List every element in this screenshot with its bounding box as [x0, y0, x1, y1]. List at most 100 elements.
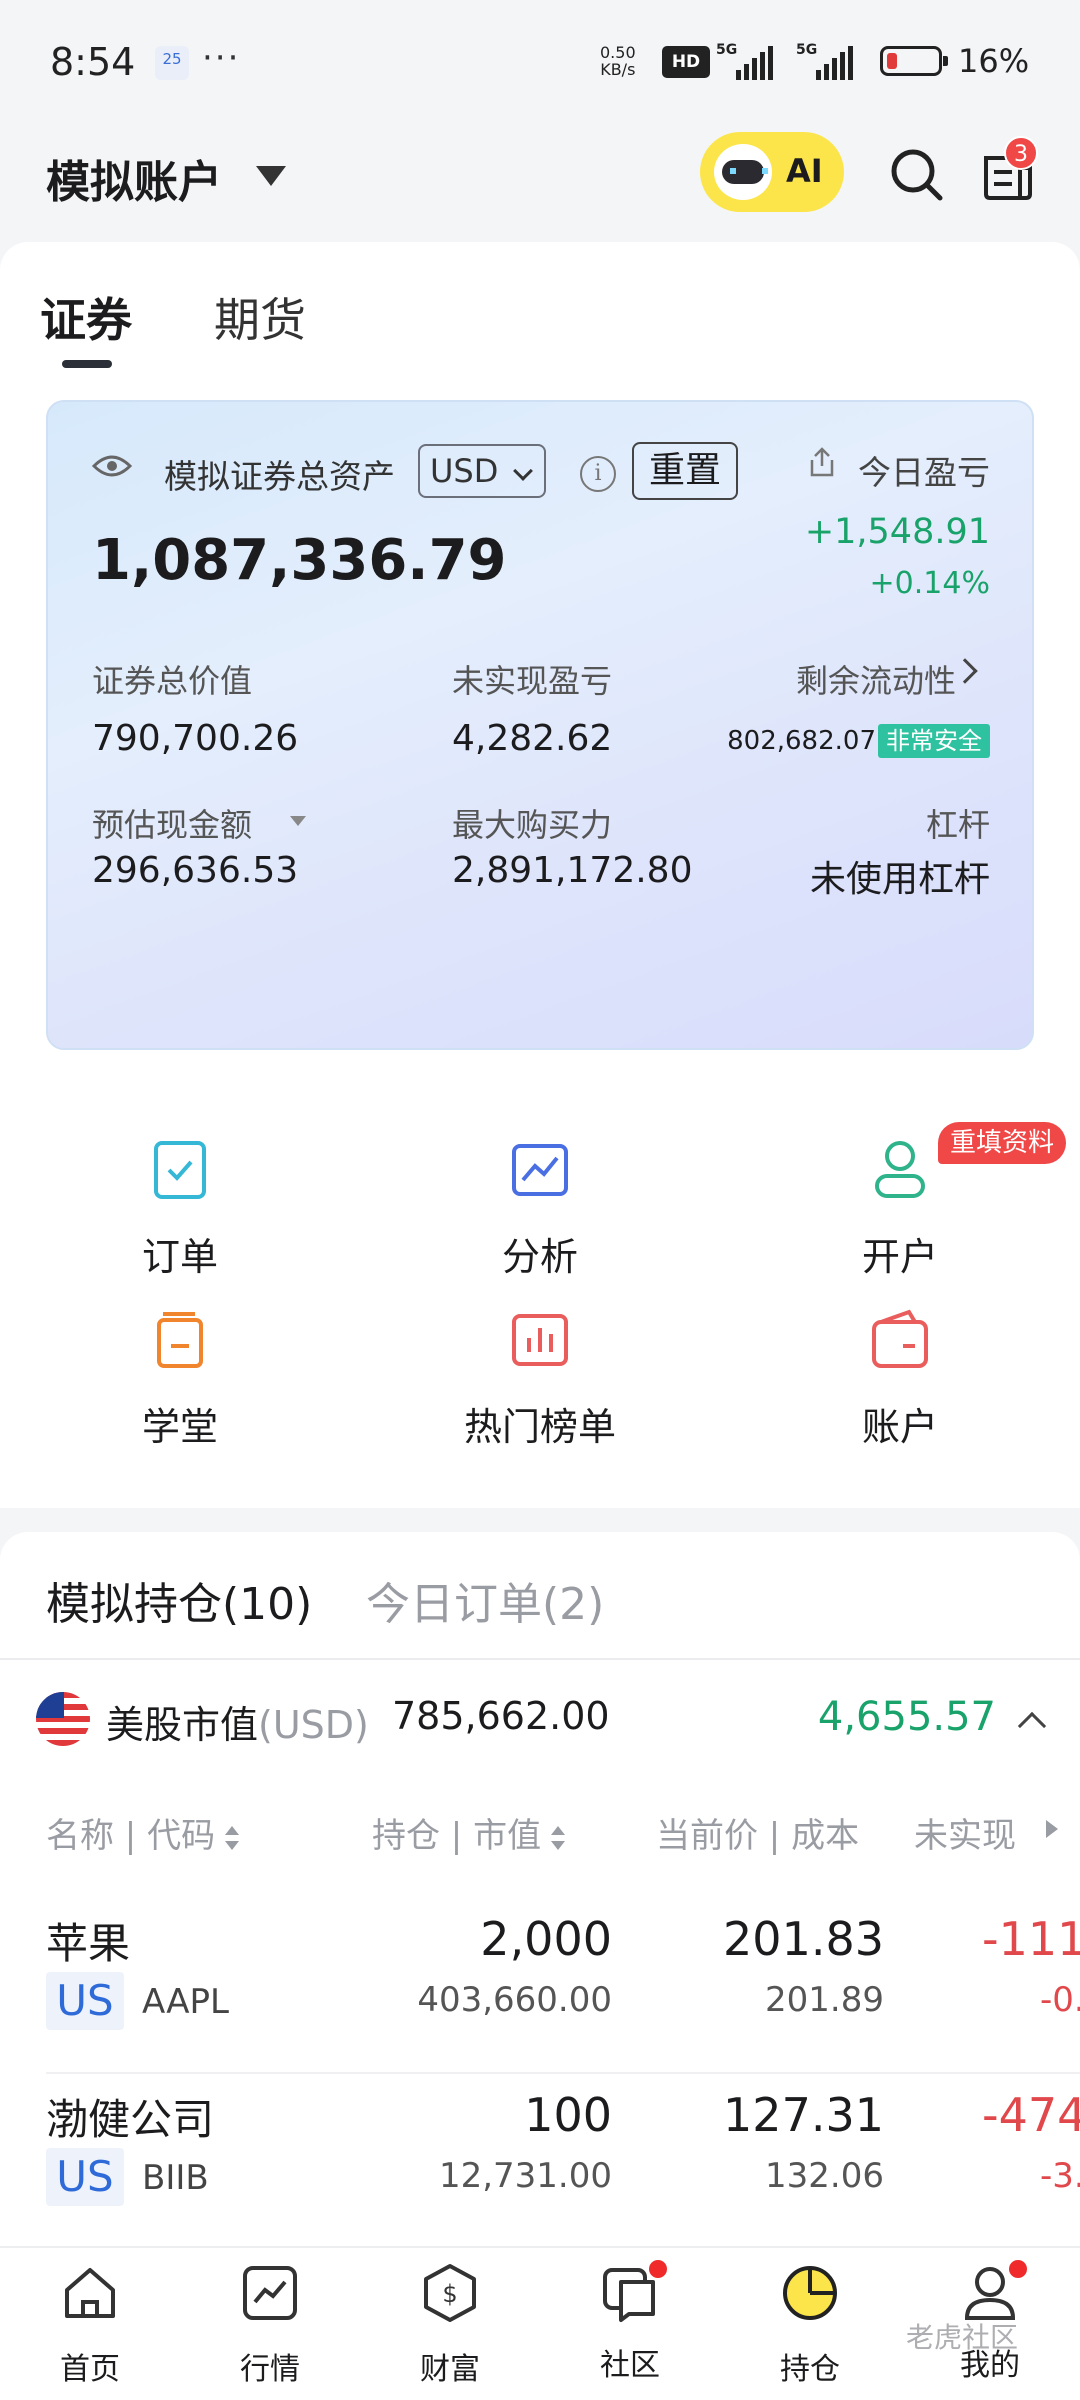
caret-down-icon[interactable] [290, 816, 306, 826]
tab-today-orders[interactable]: 今日订单(2) [366, 1568, 604, 1632]
svg-text:$: $ [442, 2280, 457, 2308]
liquidity-value: 802,682.07 [727, 726, 876, 756]
securities-value-label: 证券总价值 [92, 662, 253, 700]
securities-value: 790,700.26 [92, 718, 299, 759]
table-row[interactable]: 苹果 US AAPL 2,000 403,660.00 201.83 201.8… [0, 1900, 1080, 2074]
nav-holdings-label: 持仓 [780, 2352, 840, 2387]
nav-market-label: 行情 [240, 2352, 300, 2387]
today-pl-label: 今日盈亏 [858, 453, 990, 492]
liquidity-status-badge: 非常安全 [878, 724, 990, 758]
hot-lists-button[interactable]: 热门榜单 [440, 1308, 640, 1451]
home-icon [65, 2268, 115, 2318]
stock-name: 渤健公司 [46, 2095, 215, 2144]
orders-button[interactable]: 订单 [80, 1138, 280, 1281]
account-panel: 证券 期货 模拟证券总资产 USD i 重置 今日盈亏 1,087,336.79… [0, 242, 1080, 1072]
today-pl-percent: +0.14% [869, 566, 990, 601]
nav-wealth[interactable]: $ 财富 [360, 2262, 540, 2388]
market-tag: US [46, 2148, 124, 2206]
nav-community[interactable]: 社区 [540, 2260, 720, 2384]
position-market-value: 403,660.00 [417, 1980, 612, 2020]
community-icon-wrap [599, 2260, 667, 2324]
caret-down-icon[interactable] [256, 166, 286, 186]
total-assets-value: 1,087,336.79 [92, 528, 507, 593]
top-header: 模拟账户 AI 3 [0, 130, 1080, 240]
active-tab-indicator [62, 360, 112, 368]
market-currency: (USD) [258, 1703, 369, 1747]
unread-dot [649, 2260, 667, 2278]
share-icon[interactable] [806, 446, 838, 478]
unrealized-pl: -474 [982, 2088, 1080, 2142]
current-price: 201.83 [723, 1912, 884, 1966]
column-header-price[interactable]: 当前价 | 成本 [656, 1808, 859, 1857]
column-header-name-label: 名称 | 代码 [46, 1816, 216, 1856]
nav-home[interactable]: 首页 [0, 2262, 180, 2388]
nav-holdings[interactable]: 持仓 [720, 2262, 900, 2388]
column-header-position-label: 持仓 | 市值 [372, 1816, 542, 1856]
notification-badge: 3 [1004, 136, 1038, 170]
holdings-section: 模拟持仓(10) 今日订单(2) 美股市值(USD) 785,662.00 4,… [0, 1532, 1080, 2252]
status-bar: 8:54 25 ··· 0.50 KB/s HD 5G 5G 16% [0, 0, 1080, 128]
reset-button[interactable]: 重置 [632, 442, 738, 500]
search-icon[interactable] [888, 146, 944, 202]
cash-value: 296,636.53 [92, 850, 299, 891]
bar-chart-icon [512, 1314, 568, 1366]
unrealized-pl-label: 未实现盈亏 [452, 662, 613, 700]
currency-select[interactable]: USD [418, 444, 546, 498]
buying-power-label: 最大购买力 [452, 806, 613, 844]
hd-voice-icon: HD [662, 46, 710, 78]
column-header-name[interactable]: 名称 | 代码 [46, 1808, 240, 1857]
analysis-button[interactable]: 分析 [440, 1138, 640, 1281]
us-market-value: 785,662.00 [392, 1694, 610, 1738]
cash-label[interactable]: 预估现金额 [92, 800, 252, 846]
column-header-position[interactable]: 持仓 | 市值 [372, 1808, 566, 1857]
wealth-icon: $ [424, 2264, 476, 2322]
nav-market[interactable]: 行情 [180, 2262, 360, 2388]
signal-icon-sim2: 5G [796, 42, 862, 80]
unrealized-pl-value: 4,282.62 [452, 718, 613, 759]
analysis-label: 分析 [501, 1235, 578, 1279]
scroll-right-icon[interactable] [1046, 1820, 1058, 1838]
network-speed-unit: KB/s [600, 60, 636, 79]
buying-power-value: 2,891,172.80 [452, 850, 693, 891]
currency-value: USD [430, 452, 499, 490]
academy-button[interactable]: 学堂 [80, 1308, 280, 1451]
unrealized-pl-percent: -3. [1040, 2156, 1080, 2196]
asset-summary-card: 模拟证券总资产 USD i 重置 今日盈亏 1,087,336.79 +1,54… [46, 400, 1034, 1050]
leverage-label: 杠杆 [925, 806, 990, 844]
account-label: 账户 [861, 1405, 938, 1449]
watermark: 老虎社区 [906, 2321, 1019, 2354]
account-button[interactable]: 账户 [800, 1308, 1000, 1451]
tab-positions[interactable]: 模拟持仓(10) [46, 1568, 312, 1632]
eye-icon[interactable] [92, 454, 132, 478]
sim2-network-type: 5G [796, 42, 818, 58]
us-flag-icon [36, 1692, 90, 1746]
today-pl-value: +1,548.91 [804, 512, 990, 552]
liquidity-label[interactable]: 剩余流动性 [796, 656, 956, 702]
stock-code: AAPL [142, 1982, 229, 2022]
position-qty: 100 [524, 2088, 612, 2142]
robot-icon [714, 144, 772, 200]
market-label: 美股市值 [106, 1703, 259, 1747]
info-icon[interactable]: i [580, 456, 616, 492]
academy-label: 学堂 [141, 1405, 218, 1449]
ai-assistant-button[interactable]: AI [700, 132, 844, 212]
market-tag: US [46, 1972, 124, 2030]
chevron-right-icon[interactable] [952, 658, 978, 684]
us-market-value-label: 美股市值(USD) [106, 1694, 369, 1749]
cost-price: 132.06 [765, 2156, 884, 2196]
quick-actions-grid: 订单 分析 开户 重填资料 学堂 热门榜单 账户 [0, 1072, 1080, 1508]
column-header-unrealized[interactable]: 未实现 [914, 1808, 1016, 1857]
book-icon [157, 1312, 203, 1368]
battery-icon [880, 46, 948, 76]
row-divider [46, 2072, 1080, 2074]
us-market-gain: 4,655.57 [817, 1694, 996, 1740]
table-row[interactable]: 渤健公司 US BIIB 100 12,731.00 127.31 132.06… [0, 2076, 1080, 2250]
network-speed-value: 0.50 [600, 43, 636, 62]
tab-securities[interactable]: 证券 [40, 284, 132, 350]
tab-futures[interactable]: 期货 [214, 284, 306, 350]
account-switcher[interactable]: 模拟账户 [46, 146, 222, 210]
chevron-up-icon[interactable] [1017, 1711, 1047, 1741]
nav-community-label: 社区 [600, 2348, 660, 2383]
order-icon [154, 1141, 206, 1199]
position-market-value: 12,731.00 [438, 2156, 612, 2196]
